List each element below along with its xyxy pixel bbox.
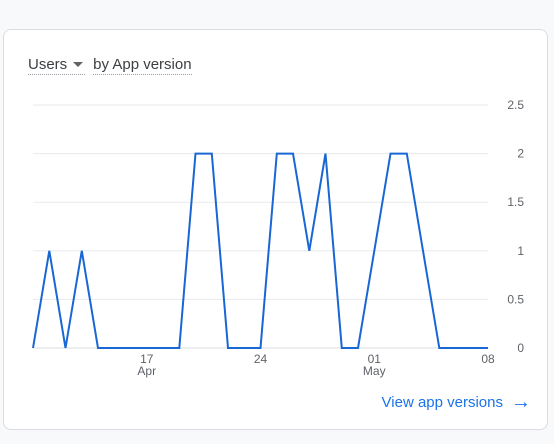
users-line-chart: 2.521.510.5017Apr24 01May08 — [32, 98, 524, 378]
y-tick-label: 1.5 — [507, 195, 524, 209]
users-by-app-version-card: Users by App version 2.5 2 1.5 1 0.5 0 17 Apr 24… — [3, 29, 548, 430]
arrow-right-icon: → — [511, 391, 531, 413]
view-app-versions-link[interactable]: View app versions → — [381, 391, 531, 413]
view-app-versions-label: View app versions — [381, 394, 503, 411]
x-tick-label: 08 — [481, 352, 495, 366]
y-tick-label: 1 — [517, 244, 524, 258]
y-tick-label: 0 — [517, 341, 524, 355]
x-tick-label: 24 — [254, 352, 268, 366]
y-tick-label: 2 — [517, 147, 524, 161]
y-tick-label: 0.5 — [507, 292, 524, 306]
x-tick-month-label: Apr — [137, 364, 156, 378]
x-tick-month-label: May — [363, 364, 386, 378]
y-tick-label: 2.5 — [507, 98, 524, 112]
